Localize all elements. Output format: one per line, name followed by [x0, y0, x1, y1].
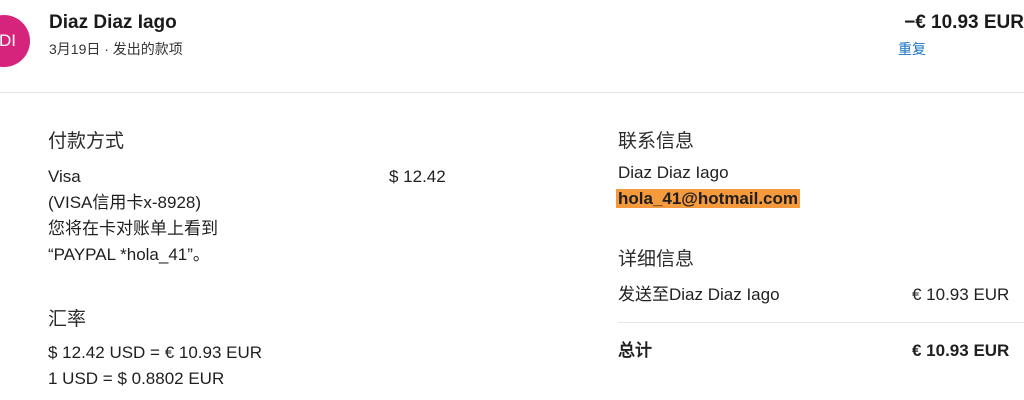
total-amount: € 10.93 EUR — [912, 341, 1010, 360]
statement-note-line1: 您将在卡对账单上看到 — [48, 219, 218, 238]
exchange-rate-line2: 1 USD = $ 0.8802 EUR — [48, 369, 225, 388]
transaction-detail-page: DI Diaz Diaz Iago 3月19日 · 发出的款项 −€ 10.93… — [0, 0, 1024, 400]
exchange-rate-line1: $ 12.42 USD = € 10.93 EUR — [48, 343, 263, 362]
card-name: Visa — [48, 167, 81, 186]
contact-title: 联系信息 — [618, 131, 695, 152]
payment-amount: $ 12.42 — [389, 167, 446, 186]
transaction-date-type: 3月19日 · 发出的款项 — [49, 41, 183, 57]
sent-to-amount: € 10.93 EUR — [912, 285, 1010, 304]
details-divider — [618, 322, 1024, 323]
transaction-header: DI Diaz Diaz Iago 3月19日 · 发出的款项 −€ 10.93… — [0, 0, 1024, 93]
merchant-name: Diaz Diaz Iago — [49, 12, 177, 33]
sent-to-label: 发送至Diaz Diaz Iago — [618, 285, 780, 304]
avatar-initials: DI — [0, 31, 16, 50]
contact-name: Diaz Diaz Iago — [618, 163, 729, 182]
transaction-amount: −€ 10.93 EUR — [904, 12, 1024, 33]
avatar: DI — [0, 15, 30, 67]
repeat-link[interactable]: 重复 — [898, 39, 926, 59]
total-label: 总计 — [618, 341, 652, 360]
card-detail: (VISA信用卡x-8928) — [48, 193, 202, 212]
contact-email-wrap: hola_41@hotmail.com — [616, 186, 801, 212]
payment-method-title: 付款方式 — [48, 131, 125, 152]
contact-email[interactable]: hola_41@hotmail.com — [616, 189, 801, 208]
statement-note-line2: “PAYPAL *hola_41”。 — [48, 245, 210, 264]
exchange-rate-title: 汇率 — [48, 309, 87, 330]
details-title: 详细信息 — [618, 249, 695, 270]
